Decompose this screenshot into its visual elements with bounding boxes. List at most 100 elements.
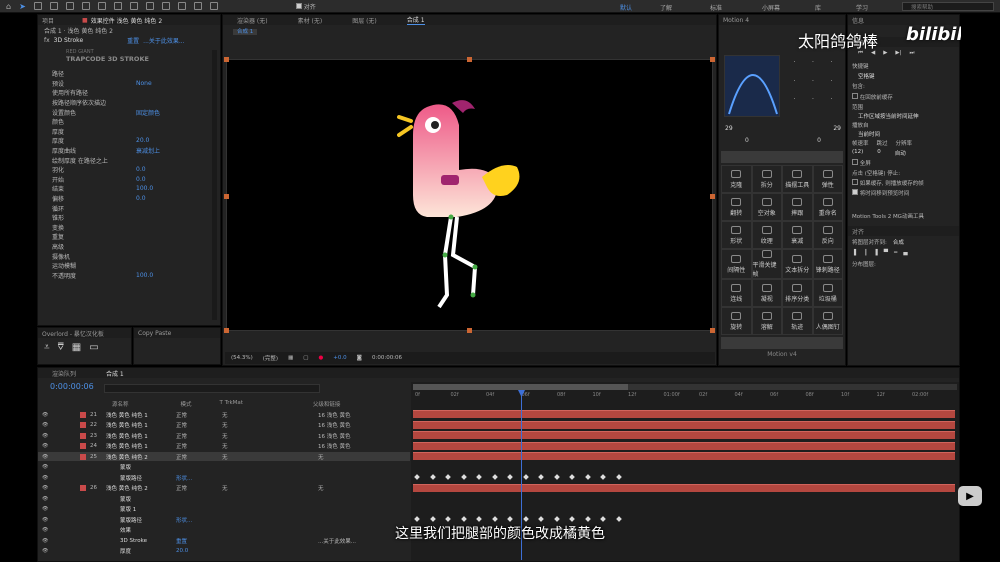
range-dropdown[interactable]: 工作区域按当前时间延伸: [848, 112, 959, 120]
zoom-tool-icon[interactable]: [49, 2, 58, 10]
visibility-eye-icon[interactable]: 👁: [42, 464, 54, 470]
motion-tool-button[interactable]: 衰减: [782, 221, 813, 249]
layer-duration-bar[interactable]: [413, 483, 955, 492]
effect-property-row[interactable]: 循环: [38, 203, 220, 213]
layer-trkmat[interactable]: 无: [222, 484, 318, 492]
layer-parent[interactable]: 16 浅色 黄色: [318, 421, 378, 429]
pan-tool-icon[interactable]: [97, 2, 106, 10]
property-value[interactable]: 0.0: [136, 176, 146, 183]
label-color-swatch[interactable]: [80, 453, 86, 460]
layer-name[interactable]: 厚度: [106, 547, 176, 555]
comp-chip[interactable]: 合成 1: [233, 29, 258, 35]
timeline-search-input[interactable]: [104, 384, 320, 393]
layer-row[interactable]: 👁 蒙版: [38, 494, 410, 503]
keyframe-marker[interactable]: [569, 474, 575, 480]
visibility-eye-icon[interactable]: 👁: [42, 422, 54, 428]
layer-parent[interactable]: 16 浅色 黄色: [318, 432, 378, 440]
align-left-icon[interactable]: ▌: [854, 250, 858, 256]
header-parent[interactable]: 父级和链接: [313, 400, 341, 409]
text-tool-icon[interactable]: [145, 2, 154, 10]
layer-mode[interactable]: 20.0: [176, 548, 222, 554]
effect-property-row[interactable]: 颜色: [38, 117, 220, 127]
hand-tool-icon[interactable]: [33, 2, 42, 10]
layer-mode[interactable]: 正常: [176, 453, 222, 461]
property-value[interactable]: 衰减划上: [136, 146, 160, 155]
keyframe-marker[interactable]: [600, 516, 606, 522]
label-color-swatch[interactable]: [80, 443, 86, 449]
keyframe-marker[interactable]: [553, 516, 560, 522]
effect-property-row[interactable]: 不透明度 100.0: [38, 270, 220, 280]
visibility-eye-icon[interactable]: 👁: [42, 412, 54, 418]
composition-canvas[interactable]: [224, 57, 715, 333]
overlord-grid-icon[interactable]: ▦: [72, 342, 81, 353]
property-value[interactable]: 100.0: [136, 272, 153, 279]
visibility-eye-icon[interactable]: 👁: [42, 443, 54, 449]
layer-parent[interactable]: 无: [318, 453, 378, 461]
ease-left-zero[interactable]: 0: [745, 137, 749, 144]
motion-tool-button[interactable]: 轨迹: [782, 307, 813, 335]
anchor-grid[interactable]: · · · · · · · · ·: [785, 59, 841, 115]
motion-tool-button[interactable]: 形状: [721, 221, 752, 249]
keyframe-marker[interactable]: [538, 516, 544, 522]
play-icon[interactable]: ▶: [883, 50, 887, 57]
reset-link[interactable]: 重置: [127, 36, 139, 45]
label-color-swatch[interactable]: [80, 517, 86, 523]
keyframe-marker[interactable]: [615, 474, 622, 480]
motion-tool-button[interactable]: 拆分: [751, 165, 782, 193]
effect-property-row[interactable]: 偏移 0.0: [38, 194, 220, 204]
motion-mode-bar[interactable]: [721, 151, 843, 163]
quality-dropdown[interactable]: (完整): [263, 354, 278, 362]
layer-duration-bar[interactable]: [413, 420, 955, 429]
effect-property-row[interactable]: 羽化 0.0: [38, 165, 220, 175]
motion-tool-button[interactable]: 人偶图钉: [812, 307, 843, 335]
property-value[interactable]: 固定颜色: [136, 108, 160, 117]
selection-tool-icon[interactable]: ➤: [19, 2, 26, 11]
fullscreen-checkbox[interactable]: 全屏: [860, 161, 871, 167]
keyframe-marker[interactable]: [615, 516, 622, 522]
effect-property-row[interactable]: 开始 0.0: [38, 175, 220, 185]
motion-tool-button[interactable]: 空对象: [751, 193, 782, 221]
layer-name[interactable]: 蒙版路径: [106, 474, 176, 482]
keyframe-marker[interactable]: [507, 516, 513, 522]
motion-tool-button[interactable]: 垃圾桶: [812, 279, 843, 307]
layer-trkmat[interactable]: 无: [222, 442, 318, 450]
visibility-eye-icon[interactable]: 👁: [42, 506, 54, 512]
frame-handle[interactable]: [710, 328, 715, 333]
motion-tool-button[interactable]: 锋刺路径: [812, 249, 843, 279]
layer-name[interactable]: 浅色 黄色 纯色 1: [106, 421, 176, 429]
fps-dropdown[interactable]: (12): [852, 149, 863, 157]
layer-row[interactable]: 👁 25 浅色 黄色 纯色 2 正常无无: [38, 452, 410, 461]
workspace-learning[interactable]: 学习: [856, 3, 868, 12]
motion-tool-button[interactable]: 凝视: [751, 279, 782, 307]
layer-name[interactable]: 浅色 黄色 纯色 1: [106, 442, 176, 450]
layer-row[interactable]: 👁 26 浅色 黄色 纯色 2 正常无无: [38, 484, 410, 493]
align-right-icon[interactable]: ▐: [874, 250, 878, 256]
mask-tool-icon[interactable]: [113, 2, 122, 10]
motion-tool-button[interactable]: 描摆工具: [782, 165, 813, 193]
layer-duration-bar[interactable]: [413, 441, 955, 450]
mask-icon[interactable]: ▢: [303, 355, 308, 361]
stamp-tool-icon[interactable]: [177, 2, 186, 10]
effect-property-row[interactable]: 绘制厚度 在路径之上: [38, 155, 220, 165]
visibility-eye-icon[interactable]: 👁: [42, 433, 54, 439]
keyframe-marker[interactable]: [476, 516, 482, 522]
tab-footage[interactable]: 素材 (无): [298, 16, 323, 25]
stop-option-cache[interactable]: 如果缓存, 则播放缓存的帧: [860, 181, 924, 187]
camera-tool-icon[interactable]: [81, 2, 90, 10]
workspace-learn[interactable]: 了解: [660, 3, 672, 12]
layer-row[interactable]: 👁 厚度 20.0: [38, 547, 410, 556]
frame-handle[interactable]: [467, 328, 472, 333]
motion-tool-button[interactable]: 排序分类: [782, 279, 813, 307]
work-area-bar[interactable]: [413, 384, 957, 390]
layer-row[interactable]: 👁 蒙版路径 形状...: [38, 473, 410, 482]
layer-parent[interactable]: 无: [318, 484, 378, 492]
keyframe-marker[interactable]: [476, 474, 482, 480]
visibility-eye-icon[interactable]: 👁: [42, 485, 54, 491]
keyframe-marker[interactable]: [507, 474, 513, 480]
layer-mode[interactable]: 正常: [176, 432, 222, 440]
effect-property-row[interactable]: 预设 None: [38, 79, 220, 89]
motion-action-bar[interactable]: [721, 337, 843, 349]
align-to-dropdown[interactable]: 合成: [893, 238, 904, 246]
layer-name[interactable]: 浅色 黄色 纯色 1: [106, 432, 176, 440]
keyframe-marker[interactable]: [569, 516, 575, 522]
